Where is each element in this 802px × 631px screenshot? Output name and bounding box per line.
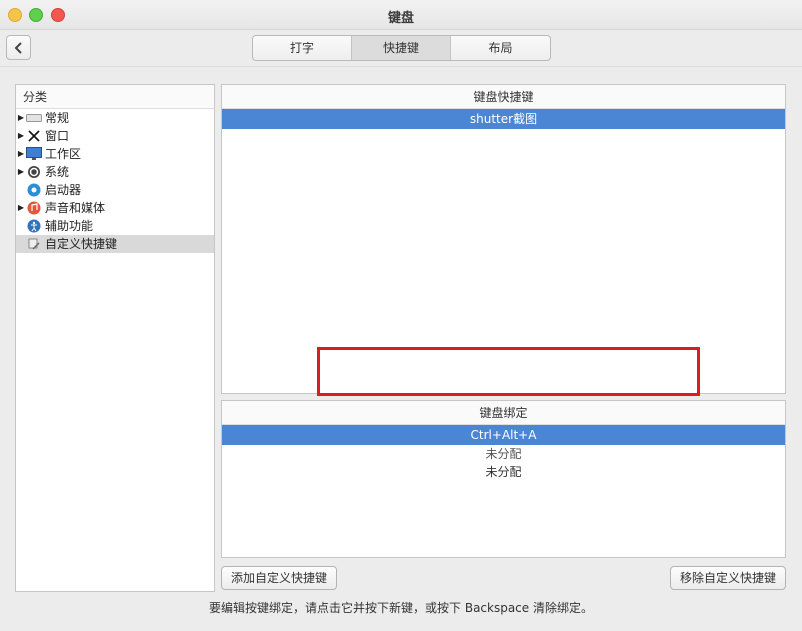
binding-row[interactable]: 未分配 — [222, 445, 785, 463]
window-x-icon — [26, 129, 42, 143]
gear-icon — [26, 165, 42, 179]
main-content: 分类 ▶ 常规 ▶ 窗口 ▶ 工作区 ▶ 系统 启动器 ▶ 声音和媒体 辅助功能… — [0, 66, 802, 631]
window-title: 键盘 — [387, 11, 414, 26]
category-label: 窗口 — [45, 129, 70, 143]
expand-arrow-icon[interactable]: ▶ — [16, 163, 26, 181]
tab-shortcuts[interactable]: 快捷键 — [352, 36, 451, 60]
shortcut-list-header: 键盘快捷键 — [222, 85, 785, 109]
category-header: 分类 — [16, 85, 214, 109]
expand-arrow-icon[interactable]: ▶ — [16, 109, 26, 127]
remove-custom-shortcut-button[interactable]: 移除自定义快捷键 — [670, 566, 787, 590]
toolbar: 打字 快捷键 布局 — [0, 30, 802, 66]
category-label: 启动器 — [45, 183, 82, 197]
category-item-window[interactable]: ▶ 窗口 — [16, 127, 214, 145]
custom-shortcut-icon — [26, 237, 42, 251]
tab-typing[interactable]: 打字 — [253, 36, 352, 60]
expand-arrow-icon[interactable]: ▶ — [16, 199, 26, 217]
add-custom-shortcut-button[interactable]: 添加自定义快捷键 — [221, 566, 338, 590]
shortcut-row[interactable]: shutter截图 — [222, 109, 785, 129]
category-item-launcher[interactable]: 启动器 — [16, 181, 214, 199]
help-text: 要编辑按键绑定，请点击它并按下新键，或按下 Backspace 清除绑定。 — [209, 601, 593, 615]
category-label: 自定义快捷键 — [45, 237, 118, 251]
tab-layout[interactable]: 布局 — [451, 36, 550, 60]
launcher-icon — [26, 183, 42, 197]
keyboard-icon — [26, 111, 42, 125]
binding-list: 键盘绑定 Ctrl+Alt+A 未分配 未分配 — [221, 400, 786, 558]
category-label: 声音和媒体 — [45, 201, 106, 215]
category-item-general[interactable]: ▶ 常规 — [16, 109, 214, 127]
binding-list-header: 键盘绑定 — [222, 401, 785, 425]
category-item-sound-media[interactable]: ▶ 声音和媒体 — [16, 199, 214, 217]
back-button[interactable] — [6, 35, 31, 60]
category-item-workspace[interactable]: ▶ 工作区 — [16, 145, 214, 163]
expand-arrow-icon[interactable]: ▶ — [16, 127, 26, 145]
binding-row[interactable]: Ctrl+Alt+A — [222, 425, 785, 445]
chevron-left-icon — [14, 41, 22, 54]
category-label: 辅助功能 — [45, 219, 94, 233]
category-label: 常规 — [45, 111, 70, 125]
category-item-system[interactable]: ▶ 系统 — [16, 163, 214, 181]
binding-row[interactable]: 未分配 — [222, 463, 785, 481]
accessibility-icon — [26, 219, 42, 233]
category-label: 工作区 — [45, 147, 82, 161]
category-item-custom-shortcuts[interactable]: 自定义快捷键 — [16, 235, 214, 253]
expand-arrow-icon[interactable]: ▶ — [16, 145, 26, 163]
tab-bar: 打字 快捷键 布局 — [252, 35, 551, 61]
shortcut-list: 键盘快捷键 shutter截图 — [221, 84, 786, 394]
category-item-accessibility[interactable]: 辅助功能 — [16, 217, 214, 235]
category-list: 分类 ▶ 常规 ▶ 窗口 ▶ 工作区 ▶ 系统 启动器 ▶ 声音和媒体 辅助功能… — [15, 84, 215, 592]
music-icon — [26, 201, 42, 215]
title-bar: 键盘 — [0, 0, 802, 30]
monitor-icon — [26, 147, 42, 161]
category-label: 系统 — [45, 165, 70, 179]
